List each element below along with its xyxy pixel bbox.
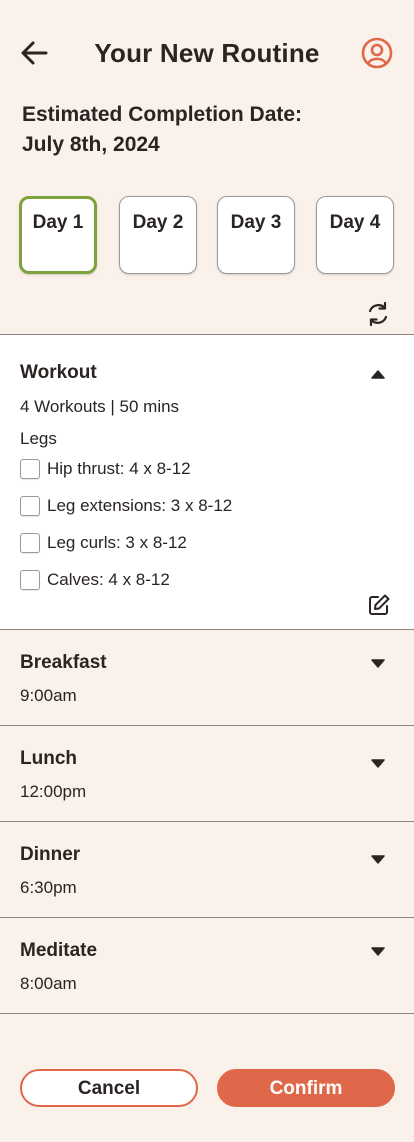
caret-up-icon[interactable] bbox=[370, 367, 386, 379]
exercise-label: Hip thrust: 4 x 8-12 bbox=[47, 459, 191, 478]
lunch-section[interactable]: Lunch 12:00pm bbox=[0, 725, 414, 821]
day-tab-3[interactable]: Day 3 bbox=[217, 196, 295, 274]
exercise-item[interactable]: Calves: 4 x 8-12 bbox=[20, 570, 320, 594]
breakfast-section[interactable]: Breakfast 9:00am bbox=[0, 629, 414, 725]
page-title: Your New Routine bbox=[94, 38, 320, 68]
exercise-item[interactable]: Hip thrust: 4 x 8-12 bbox=[20, 459, 320, 483]
section-title: Breakfast bbox=[20, 652, 107, 673]
divider bbox=[0, 1013, 414, 1014]
caret-down-icon[interactable] bbox=[370, 944, 386, 956]
refresh-icon[interactable] bbox=[364, 300, 392, 328]
exercise-item[interactable]: Leg extensions: 3 x 8-12 bbox=[20, 496, 320, 520]
confirm-button[interactable]: Confirm bbox=[217, 1069, 395, 1107]
profile-icon[interactable] bbox=[360, 36, 394, 70]
exercise-checkbox[interactable] bbox=[20, 459, 40, 479]
section-title: Meditate bbox=[20, 940, 98, 961]
estimated-completion-label: Estimated Completion Date: bbox=[22, 103, 303, 126]
exercise-item[interactable]: Leg curls: 3 x 8-12 bbox=[20, 533, 320, 557]
exercise-label: Calves: 4 x 8-12 bbox=[47, 570, 170, 589]
caret-down-icon[interactable] bbox=[370, 656, 386, 668]
section-time: 12:00pm bbox=[20, 782, 87, 801]
section-title: Lunch bbox=[20, 748, 77, 769]
day-tab-2[interactable]: Day 2 bbox=[119, 196, 197, 274]
app-header: Your New Routine bbox=[0, 24, 414, 84]
section-title: Dinner bbox=[20, 844, 81, 865]
workout-summary: 4 Workouts | 50 mins bbox=[20, 397, 180, 416]
exercise-label: Leg curls: 3 x 8-12 bbox=[47, 533, 187, 552]
section-time: 9:00am bbox=[20, 686, 77, 705]
section-time: 6:30pm bbox=[20, 878, 77, 897]
exercise-label: Leg extensions: 3 x 8-12 bbox=[47, 496, 233, 515]
workout-section: Workout 4 Workouts | 50 mins Legs Hip th… bbox=[0, 334, 414, 630]
day-tab-4[interactable]: Day 4 bbox=[316, 196, 394, 274]
estimated-completion: Estimated Completion Date: July 8th, 202… bbox=[22, 100, 402, 160]
cancel-button[interactable]: Cancel bbox=[20, 1069, 198, 1107]
workout-group: Legs bbox=[20, 429, 57, 448]
caret-down-icon[interactable] bbox=[370, 852, 386, 864]
section-time: 8:00am bbox=[20, 974, 77, 993]
day-tab-1[interactable]: Day 1 bbox=[19, 196, 97, 274]
exercise-checkbox[interactable] bbox=[20, 570, 40, 590]
workout-title: Workout bbox=[20, 362, 97, 383]
caret-down-icon[interactable] bbox=[370, 756, 386, 768]
day-selector: Day 1 Day 2 Day 3 Day 4 bbox=[19, 196, 399, 276]
estimated-completion-date: July 8th, 2024 bbox=[22, 133, 160, 156]
exercise-checkbox[interactable] bbox=[20, 496, 40, 516]
edit-icon[interactable] bbox=[367, 593, 391, 617]
meditate-section[interactable]: Meditate 8:00am bbox=[0, 917, 414, 1013]
exercise-checkbox[interactable] bbox=[20, 533, 40, 553]
dinner-section[interactable]: Dinner 6:30pm bbox=[0, 821, 414, 917]
